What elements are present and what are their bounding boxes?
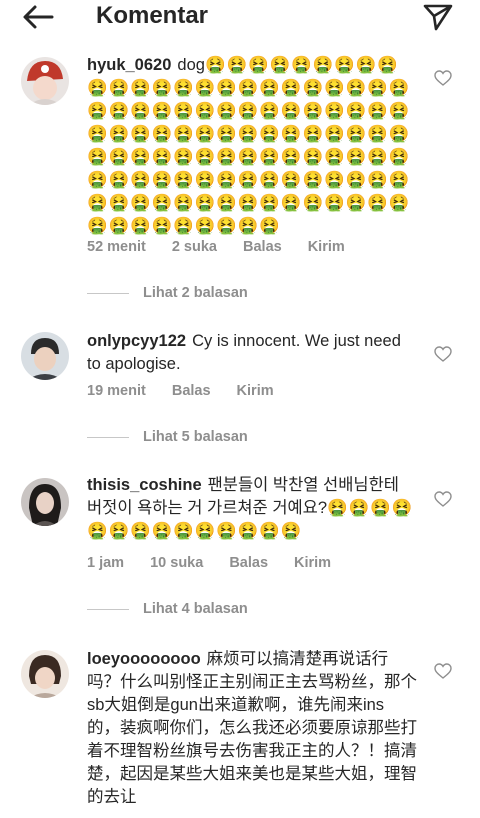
comment-text: hyuk_0620 dog🤮🤮🤮🤮🤮🤮🤮🤮🤮🤮🤮🤮🤮🤮🤮🤮🤮🤮🤮🤮🤮🤮🤮🤮🤮🤮🤮🤮…: [87, 54, 417, 235]
comment-likes[interactable]: 2 suka: [172, 239, 217, 255]
view-replies-button[interactable]: Lihat 5 balasan: [87, 429, 248, 449]
heart-icon[interactable]: [434, 70, 452, 86]
comment-text: thisis_coshine 팬분들이 박찬열 선배님한테 버젓이 욕하는 거 가…: [87, 474, 417, 550]
comment-meta: 52 menit 2 suka Balas Kirim: [87, 239, 371, 259]
top-bar: Komentar: [0, 0, 480, 34]
comment-username[interactable]: hyuk_0620: [87, 56, 171, 74]
comment-body: dog: [177, 56, 205, 74]
send-button[interactable]: Kirim: [237, 383, 274, 399]
send-button[interactable]: Kirim: [308, 239, 345, 255]
reply-button[interactable]: Balas: [229, 555, 268, 571]
comment-text: loeyoooooooo 麻烦可以搞清楚再说话行吗？什么叫别怪正主别闹正主去骂粉丝…: [87, 648, 417, 818]
comment-username[interactable]: loeyoooooooo: [87, 650, 201, 668]
comment-time: 19 menit: [87, 383, 146, 399]
avatar[interactable]: [21, 478, 69, 526]
comment-username[interactable]: thisis_coshine: [87, 476, 202, 494]
avatar[interactable]: [21, 57, 69, 105]
reply-button[interactable]: Balas: [172, 383, 211, 399]
view-replies-button[interactable]: Lihat 2 balasan: [87, 285, 248, 305]
comment-likes[interactable]: 10 suka: [150, 555, 203, 571]
page-title: Komentar: [96, 2, 209, 29]
comment-meta: 1 jam 10 suka Balas Kirim: [87, 555, 357, 575]
reply-button[interactable]: Balas: [243, 239, 282, 255]
divider-line: [87, 608, 129, 610]
comment-emoji: 🤮🤮🤮🤮🤮🤮🤮🤮🤮🤮🤮🤮🤮🤮🤮🤮🤮🤮🤮🤮🤮🤮🤮🤮🤮🤮🤮🤮🤮🤮🤮🤮🤮🤮🤮🤮🤮🤮🤮🤮…: [87, 56, 411, 235]
avatar[interactable]: [21, 332, 69, 380]
divider-line: [87, 436, 129, 438]
comment-meta: 19 menit Balas Kirim: [87, 383, 300, 403]
view-replies-button[interactable]: Lihat 4 balasan: [87, 601, 248, 621]
send-button[interactable]: Kirim: [294, 555, 331, 571]
avatar[interactable]: [21, 650, 69, 698]
paper-plane-icon[interactable]: [422, 3, 454, 31]
comment-time: 52 menit: [87, 239, 146, 255]
heart-icon[interactable]: [434, 663, 452, 679]
comment-username[interactable]: onlypcyy122: [87, 332, 186, 350]
comment-body: 麻烦可以搞清楚再说话行吗？什么叫别怪正主别闹正主去骂粉丝，那个sb大姐倒是gun…: [87, 650, 417, 806]
comment-time: 1 jam: [87, 555, 125, 571]
heart-icon[interactable]: [434, 346, 452, 362]
arrow-left-icon[interactable]: [22, 4, 54, 30]
heart-icon[interactable]: [434, 491, 452, 507]
comment-text: onlypcyy122 Cy is innocent. We just need …: [87, 330, 417, 378]
divider-line: [87, 292, 129, 294]
